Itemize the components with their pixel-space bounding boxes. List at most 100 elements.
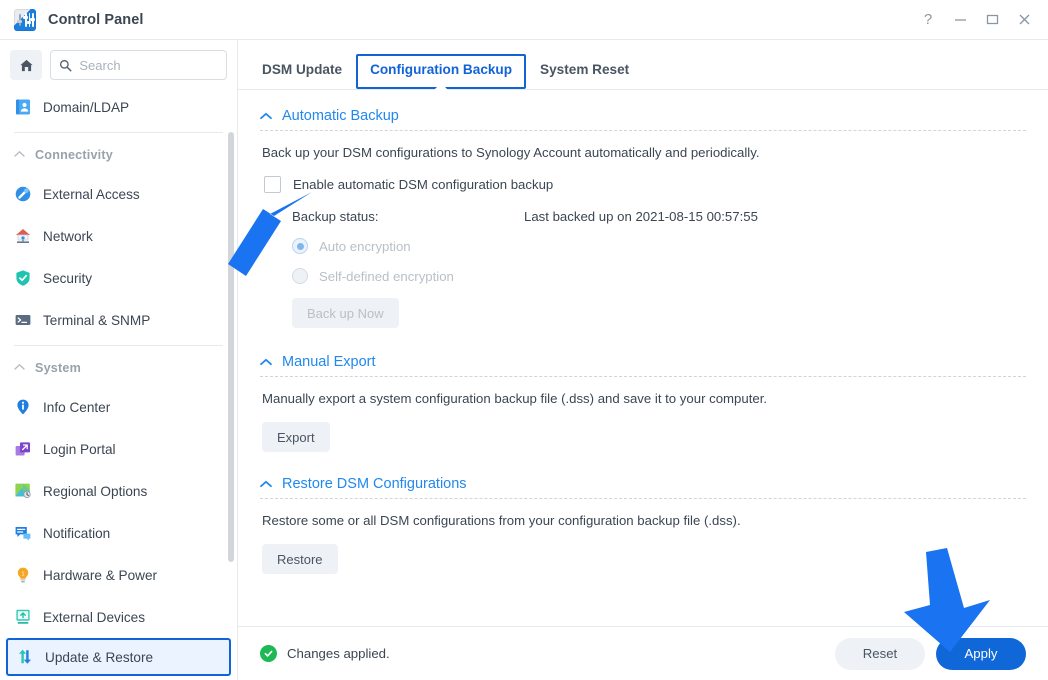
export-wrap: Export [262, 422, 1026, 452]
tab-configuration-backup[interactable]: Configuration Backup [356, 54, 527, 89]
search-input[interactable] [79, 57, 218, 73]
notification-icon [14, 524, 32, 542]
main-panel: DSM Update Configuration Backup System R… [238, 40, 1048, 680]
enable-auto-backup-label: Enable automatic DSM configuration backu… [293, 177, 554, 192]
restore-description: Restore some or all DSM configurations f… [262, 513, 741, 528]
tab-dsm-update[interactable]: DSM Update [260, 54, 356, 89]
tab-label: Configuration Backup [370, 62, 513, 77]
svg-text:1: 1 [22, 572, 25, 578]
maximize-button[interactable] [976, 5, 1008, 35]
backup-status-label: Backup status: [292, 209, 379, 224]
tab-label: DSM Update [262, 62, 343, 77]
section-rule [260, 376, 1026, 377]
sidebar-group-system[interactable]: System [0, 350, 237, 386]
sidebar-item-label: Domain/LDAP [43, 99, 130, 115]
sidebar-divider [14, 132, 223, 133]
sidebar-item-info-center[interactable]: Info Center [0, 386, 237, 428]
sidebar-item-label: Terminal & SNMP [43, 312, 151, 328]
sidebar-scrollbar[interactable] [228, 132, 234, 562]
login-portal-icon [14, 440, 32, 458]
tab-label: System Reset [540, 62, 630, 77]
terminal-snmp-icon [14, 311, 32, 329]
section-header-restore-dsm-configurations[interactable]: Restore DSM Configurations [260, 472, 1026, 498]
window-title: Control Panel [48, 11, 144, 28]
hardware-power-icon: 1 [14, 566, 32, 584]
enable-auto-backup-checkbox[interactable] [264, 176, 281, 193]
sidebar-item-label: Login Portal [43, 441, 116, 457]
sidebar-item-label: Info Center [43, 399, 111, 415]
backup-status-value: Last backed up on 2021-08-15 00:57:55 [524, 209, 758, 224]
enable-auto-backup-row[interactable]: Enable automatic DSM configuration backu… [264, 176, 1026, 193]
manual-export-description: Manually export a system configuration b… [262, 391, 768, 406]
sidebar-item-notification[interactable]: Notification [0, 512, 237, 554]
update-restore-icon [16, 648, 34, 666]
control-panel-window: Control Panel ? Search Domain/LDAP Conne… [0, 0, 1048, 680]
section-header-manual-export[interactable]: Manual Export [260, 350, 1026, 376]
sidebar-item-external-devices[interactable]: External Devices [0, 596, 237, 638]
sidebar-item-update-restore[interactable]: Update & Restore [6, 638, 231, 676]
security-icon [14, 269, 32, 287]
sidebar-item-terminal-snmp[interactable]: Terminal & SNMP [0, 299, 237, 341]
back-up-now-button[interactable]: Back up Now [292, 298, 399, 328]
sidebar-item-external-access[interactable]: External Access [0, 173, 237, 215]
footer-actions: Reset Apply [835, 637, 1026, 670]
export-button[interactable]: Export [262, 422, 330, 452]
minimize-button[interactable] [944, 5, 976, 35]
regional-options-icon [14, 482, 32, 500]
external-devices-icon [14, 608, 32, 626]
sidebar-group-label: System [35, 361, 82, 375]
backup-now-wrap: Back up Now [292, 298, 1026, 328]
automatic-backup-description: Back up your DSM configurations to Synol… [262, 145, 760, 160]
section-title: Automatic Backup [282, 108, 399, 124]
sidebar-item-domain-ldap[interactable]: Domain/LDAP [0, 86, 237, 128]
footer-bar: Changes applied. Reset Apply [238, 626, 1048, 680]
search-box[interactable] [50, 50, 227, 80]
section-title: Manual Export [282, 354, 376, 370]
sidebar-item-label: Update & Restore [45, 649, 154, 665]
sidebar-item-hardware-power[interactable]: 1 Hardware & Power [0, 554, 237, 596]
restore-button[interactable]: Restore [262, 544, 338, 574]
restore-wrap: Restore [262, 544, 1026, 574]
status-message: Changes applied. [287, 646, 390, 661]
self-defined-encryption-row[interactable]: Self-defined encryption [292, 268, 1026, 284]
sidebar-item-label: Notification [43, 525, 111, 541]
self-defined-encryption-radio[interactable] [292, 268, 308, 284]
auto-encryption-radio[interactable] [292, 238, 308, 254]
apply-button[interactable]: Apply [936, 637, 1026, 670]
section-header-automatic-backup[interactable]: Automatic Backup [260, 104, 1026, 130]
window-body: Domain/LDAP Connectivity External Access [0, 40, 1048, 680]
sidebar-item-security[interactable]: Security [0, 257, 237, 299]
sidebar-item-label: External Access [43, 186, 140, 202]
backup-status-row: Backup status: Last backed up on 2021-08… [292, 209, 1026, 224]
chevron-up-icon [260, 478, 272, 490]
section-title: Restore DSM Configurations [282, 476, 467, 492]
sidebar-item-label: Regional Options [43, 483, 148, 499]
check-circle-icon [260, 645, 277, 662]
sidebar-item-regional-options[interactable]: Regional Options [0, 470, 237, 512]
auto-encryption-row[interactable]: Auto encryption [292, 238, 1026, 254]
external-access-icon [14, 185, 32, 203]
sidebar-item-network[interactable]: Network [0, 215, 237, 257]
sidebar-group-connectivity[interactable]: Connectivity [0, 137, 237, 173]
sidebar-toolbar [0, 40, 237, 86]
section-rule [260, 498, 1026, 499]
sidebar-item-label: Hardware & Power [43, 567, 158, 583]
chevron-up-icon [260, 356, 272, 368]
window-titlebar: Control Panel ? [0, 0, 1048, 40]
chevron-up-icon [14, 150, 25, 161]
control-panel-icon [14, 8, 36, 31]
domain-ldap-icon [14, 98, 32, 116]
window-controls: ? [912, 5, 1040, 35]
chevron-up-icon [260, 110, 272, 122]
tab-system-reset[interactable]: System Reset [526, 54, 643, 89]
sidebar-item-login-portal[interactable]: Login Portal [0, 428, 237, 470]
reset-button[interactable]: Reset [835, 637, 925, 670]
sidebar-item-label: Security [43, 270, 93, 286]
chevron-up-icon [14, 363, 25, 374]
home-icon[interactable] [10, 50, 43, 80]
close-button[interactable] [1008, 5, 1040, 35]
help-button[interactable]: ? [912, 5, 944, 35]
sidebar: Domain/LDAP Connectivity External Access [0, 40, 238, 680]
sidebar-group-label: Connectivity [35, 148, 113, 162]
sidebar-item-label: Network [43, 228, 93, 244]
